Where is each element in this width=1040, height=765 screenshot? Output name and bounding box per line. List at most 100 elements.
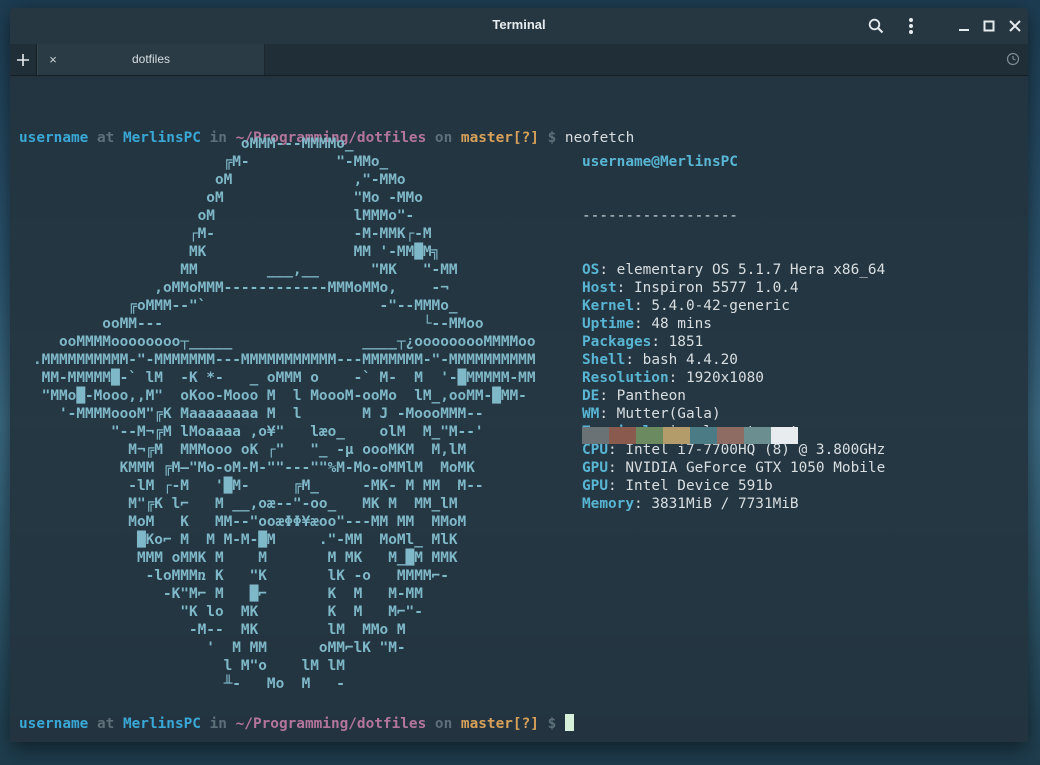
info-row: Uptime: 48 mins xyxy=(582,316,712,332)
ascii-logo-line: oM "Mo -MMo xyxy=(33,190,423,206)
text-cursor xyxy=(564,714,574,731)
ascii-logo-line: oM lMMMo"- xyxy=(33,208,415,224)
search-icon[interactable] xyxy=(865,15,887,37)
close-icon[interactable] xyxy=(1004,15,1026,37)
terminal-output[interactable]: username at MerlinsPC in ~/Programming/d… xyxy=(19,93,1019,733)
info-value: 1851 xyxy=(668,334,704,350)
info-key: Kernel xyxy=(582,298,634,314)
system-info: username@MerlinsPC ------------------ OS… xyxy=(582,117,885,549)
info-key: WM xyxy=(582,406,600,422)
info-row: Shell: bash 4.4.20 xyxy=(582,352,738,368)
info-key: Memory xyxy=(582,496,634,512)
color-swatch xyxy=(771,427,798,444)
info-key: Host xyxy=(582,280,617,296)
ascii-logo-line: l M"o lM lM xyxy=(33,658,345,674)
color-swatch xyxy=(636,427,663,444)
info-row: Host: Inspiron 5577 1.0.4 xyxy=(582,280,799,296)
ascii-logo-line: .MMMMMMMMMM-"-MMMMMMM---MMMMMMMMMMM---MM… xyxy=(33,352,536,368)
color-palette xyxy=(582,427,798,444)
info-row: WM: Mutter(Gala) xyxy=(582,406,721,422)
info-row: Memory: 3831MiB / 7731MiB xyxy=(582,496,799,512)
prompt-in: in xyxy=(209,716,227,732)
ascii-logo-line: ooMM--- └--MMoo xyxy=(33,316,484,332)
info-row: GPU: NVIDIA GeForce GTX 1050 Mobile xyxy=(582,460,886,476)
ascii-logo-line: ' M MM oMM⌐lK "M- xyxy=(33,640,406,656)
color-swatch xyxy=(744,427,771,444)
ascii-logo-line: "--M¬╔M lMoaaaa ,o¥" læo_ olM M_"M--' xyxy=(33,424,484,440)
ascii-logo-line: -M-- MK lM MMo M xyxy=(33,622,406,638)
info-value: Intel Device 591b xyxy=(625,478,773,494)
maximize-icon[interactable] xyxy=(978,15,1000,37)
ascii-logo-line: ╨- Mo M - xyxy=(33,676,345,692)
info-value: Inspiron 5577 1.0.4 xyxy=(633,280,799,296)
ascii-logo-line: █Ko⌐ M M M-M-█M ."-MM MoMl_ MlK xyxy=(33,532,458,548)
ascii-logo-line: ooMMMMoooooooo┬_____ ____┬¿ooooooooMMMMo… xyxy=(33,334,536,350)
info-key: Uptime xyxy=(582,316,634,332)
ascii-logo-line: -loMMMռ K "K lK -o MMMM⌐- xyxy=(33,568,449,584)
terminal-window: Terminal × dotfiles username at MerlinsP… xyxy=(10,8,1028,742)
info-value: 1920x1080 xyxy=(685,370,764,386)
ascii-logo-line: MMM oMMK M M M MK M_█M MMK xyxy=(33,550,458,566)
ascii-logo-line: MM ___,__ "MK "-MM xyxy=(33,262,458,278)
info-row: GPU: Intel Device 591b xyxy=(582,478,773,494)
info-value: Pantheon xyxy=(616,388,686,404)
ascii-logo: oMMM---MMMMo_ ╔M- "-MMo_ oM ,"-MMo oM "M… xyxy=(33,135,573,693)
menu-icon[interactable] xyxy=(900,15,922,37)
color-swatch xyxy=(609,427,636,444)
prompt-path: ~/Programming/dotfiles xyxy=(235,716,427,732)
tab-bar: × dotfiles xyxy=(10,44,1028,76)
title-bar[interactable]: Terminal xyxy=(10,8,1028,44)
info-key: CPU xyxy=(582,442,608,458)
ascii-logo-line: ╔M- "-MMo_ xyxy=(33,154,389,170)
plus-icon xyxy=(17,53,29,66)
ascii-logo-line: MM-MMMMM█-` lM -K *- _ oMMM o -` M- M '-… xyxy=(33,370,536,386)
ascii-logo-line: M"╔K l⌐ M __,oæ--"-oo_ MK M MM_lM xyxy=(33,496,458,512)
info-header: username@MerlinsPC xyxy=(582,154,738,170)
ascii-logo-line: KMMM ╔M—"Mo-oM-M-""---""%M-Mo-oMMlM MoMK xyxy=(33,460,475,476)
ascii-logo-line: ╔oMMM--"` -"--MMMo_ xyxy=(33,298,458,314)
ascii-logo-line: "MMo█-Mooo,,M" oKoo-Mooo M l MoooM-ooMo … xyxy=(33,388,527,404)
info-value: Intel i7-7700HQ (8) @ 3.800GHz xyxy=(625,442,886,458)
prompt-at: at xyxy=(96,716,115,732)
info-key: Shell xyxy=(582,352,626,368)
info-row: OS: elementary OS 5.1.7 Hera x86_64 xyxy=(582,262,886,278)
info-value: bash 4.4.20 xyxy=(642,352,738,368)
prompt-line-active[interactable]: username at MerlinsPC in ~/Programming/d… xyxy=(19,714,574,732)
prompt-branch: master[?] xyxy=(460,716,539,732)
ascii-logo-line: ,oMMoMMM------------MMMoMMo, -¬ xyxy=(33,280,449,296)
ascii-logo-line: -K"M⌐ M █⌐ K M M-MM xyxy=(33,586,423,602)
color-swatch xyxy=(690,427,717,444)
ascii-logo-line: M¬╔M MMMooo oK ┌" "_ -µ oooMKM M,lM xyxy=(33,442,467,458)
color-swatch xyxy=(582,427,609,444)
color-swatch xyxy=(717,427,744,444)
tab-label: dotfiles xyxy=(131,52,171,66)
ascii-logo-line: oMMM---MMMMo_ xyxy=(33,136,354,152)
prompt-on: on xyxy=(434,716,453,732)
ascii-logo-line: oM ,"-MMo xyxy=(33,172,406,188)
clock-icon[interactable] xyxy=(1006,52,1020,66)
info-value: elementary OS 5.1.7 Hera x86_64 xyxy=(616,262,886,278)
info-key: Packages xyxy=(582,334,652,350)
new-tab-button[interactable] xyxy=(10,44,37,75)
info-row: Kernel: 5.4.0-42-generic xyxy=(582,298,790,314)
info-key: GPU xyxy=(582,460,608,476)
info-value: 48 mins xyxy=(651,316,712,332)
info-value: Mutter(Gala) xyxy=(616,406,721,422)
ascii-logo-line: MK MM '-MM█M╗ xyxy=(33,244,441,260)
ascii-logo-line: '-MMMMoooM"╔K Maaaaaaaa M l M J -MoooMMM… xyxy=(33,406,484,422)
info-key: Resolution xyxy=(582,370,669,386)
color-swatch xyxy=(663,427,690,444)
info-value: NVIDIA GeForce GTX 1050 Mobile xyxy=(625,460,886,476)
info-row: DE: Pantheon xyxy=(582,388,686,404)
ascii-logo-line: ┌M- -M-MMK┌-M xyxy=(33,226,432,242)
tab-dotfiles[interactable]: × dotfiles xyxy=(37,44,265,75)
info-separator: ------------------ xyxy=(582,208,738,224)
info-key: OS xyxy=(582,262,600,278)
prompt-host: MerlinsPC xyxy=(122,716,201,732)
info-key: DE xyxy=(582,388,600,404)
prompt-symbol: $ xyxy=(547,716,557,732)
minimize-icon[interactable] xyxy=(953,15,975,37)
info-key: GPU xyxy=(582,478,608,494)
prompt-user: username xyxy=(19,716,89,732)
info-row: Resolution: 1920x1080 xyxy=(582,370,764,386)
